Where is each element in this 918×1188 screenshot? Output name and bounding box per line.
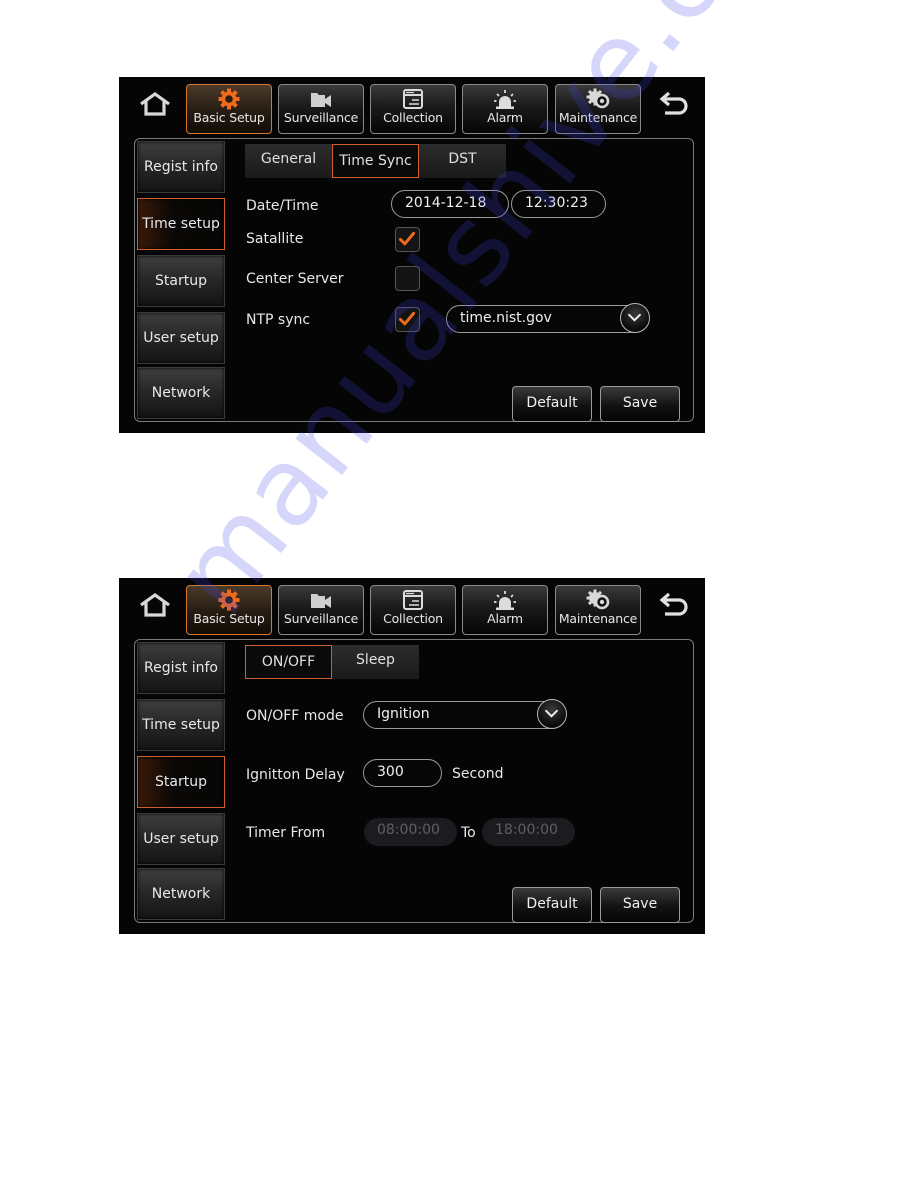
video-camera-icon (308, 88, 334, 110)
sidebar-item-user-setup[interactable]: User setup (137, 813, 225, 865)
back-arrow-icon (659, 590, 691, 618)
nav-tab-label: Maintenance (558, 611, 638, 626)
home-icon (139, 592, 171, 618)
siren-icon (492, 589, 518, 611)
ignition-delay-label: Ignitton Delay (246, 767, 345, 783)
back-button[interactable] (659, 89, 691, 117)
siren-icon (492, 88, 518, 110)
timer-to-label: To (461, 825, 476, 841)
delay-unit-label: Second (452, 766, 504, 782)
subtab-bar: General Time Sync DST (245, 144, 506, 178)
check-icon (396, 308, 418, 330)
nav-tab-surveillance[interactable]: Surveillance (278, 585, 364, 635)
nav-tab-label: Surveillance (283, 110, 359, 125)
back-arrow-icon (659, 89, 691, 117)
gear-icon (216, 589, 242, 611)
chevron-down-icon[interactable] (537, 699, 567, 729)
save-button[interactable]: Save (600, 386, 680, 422)
back-button[interactable] (659, 590, 691, 618)
subtab-general[interactable]: General (245, 144, 332, 178)
timer-to-input: 18:00:00 (482, 818, 575, 846)
datetime-label: Date/Time (246, 198, 319, 214)
sidebar-item-startup[interactable]: Startup (137, 756, 225, 808)
sidebar-item-startup[interactable]: Startup (137, 255, 225, 307)
gears-icon (585, 88, 611, 110)
sidebar-item-time-setup[interactable]: Time setup (137, 198, 225, 250)
subtab-sleep[interactable]: Sleep (332, 645, 419, 679)
center-server-label: Center Server (246, 271, 344, 287)
nav-tab-label: Alarm (487, 110, 523, 125)
date-input[interactable]: 2014-12-18 (391, 190, 509, 218)
gears-icon (585, 589, 611, 611)
nav-tab-alarm[interactable]: Alarm (462, 585, 548, 635)
home-button[interactable] (139, 592, 171, 618)
ntp-sync-checkbox[interactable] (395, 307, 420, 332)
check-icon (396, 228, 418, 250)
nav-tab-label: Maintenance (558, 110, 638, 125)
sidebar-item-network[interactable]: Network (137, 868, 225, 920)
nav-tab-basic-setup[interactable]: Basic Setup (186, 84, 272, 134)
nav-tab-surveillance[interactable]: Surveillance (278, 84, 364, 134)
nav-tab-maintenance[interactable]: Maintenance (555, 585, 641, 635)
chevron-down-icon[interactable] (620, 303, 650, 333)
nav-tab-collection[interactable]: Collection (370, 84, 456, 134)
sidebar-item-network[interactable]: Network (137, 367, 225, 419)
nav-tab-alarm[interactable]: Alarm (462, 84, 548, 134)
startup-screen: Basic Setup Surveillance Collection Alar… (119, 578, 705, 934)
sidebar-item-time-setup[interactable]: Time setup (137, 699, 225, 751)
default-button[interactable]: Default (512, 887, 592, 923)
video-camera-icon (308, 589, 334, 611)
nav-tab-label: Alarm (487, 611, 523, 626)
default-button[interactable]: Default (512, 386, 592, 422)
nav-tab-label: Surveillance (283, 611, 359, 626)
subtab-time-sync[interactable]: Time Sync (332, 144, 419, 178)
window-list-icon (400, 589, 426, 611)
gear-icon (216, 88, 242, 110)
time-input[interactable]: 12:30:23 (511, 190, 606, 218)
subtab-dst[interactable]: DST (419, 144, 506, 178)
nav-tab-maintenance[interactable]: Maintenance (555, 84, 641, 134)
window-list-icon (400, 88, 426, 110)
ntp-server-value: time.nist.gov (460, 310, 552, 326)
satellite-checkbox[interactable] (395, 227, 420, 252)
timer-from-input: 08:00:00 (364, 818, 457, 846)
sidebar-item-regist-info[interactable]: Regist info (137, 141, 225, 193)
center-server-checkbox[interactable] (395, 266, 420, 291)
subtab-on-off[interactable]: ON/OFF (245, 645, 332, 679)
satellite-label: Satallite (246, 231, 304, 247)
timer-from-label: Timer From (246, 825, 326, 841)
nav-tab-collection[interactable]: Collection (370, 585, 456, 635)
nav-tab-label: Basic Setup (193, 611, 265, 626)
ntp-server-select[interactable]: time.nist.gov (446, 303, 650, 333)
nav-tab-label: Collection (383, 110, 443, 125)
time-sync-screen: Basic Setup Surveillance Collection Alar… (119, 77, 705, 433)
sidebar-item-regist-info[interactable]: Regist info (137, 642, 225, 694)
nav-tab-label: Basic Setup (193, 110, 265, 125)
sidebar-item-user-setup[interactable]: User setup (137, 312, 225, 364)
subtab-bar: ON/OFF Sleep (245, 645, 419, 679)
ntp-sync-label: NTP sync (246, 312, 311, 328)
on-off-mode-value: Ignition (377, 706, 430, 722)
nav-tab-label: Collection (383, 611, 443, 626)
on-off-mode-label: ON/OFF mode (246, 708, 344, 724)
on-off-mode-select[interactable]: Ignition (363, 699, 567, 729)
home-button[interactable] (139, 91, 171, 117)
ignition-delay-input[interactable]: 300 (363, 759, 442, 787)
home-icon (139, 91, 171, 117)
nav-tab-basic-setup[interactable]: Basic Setup (186, 585, 272, 635)
save-button[interactable]: Save (600, 887, 680, 923)
